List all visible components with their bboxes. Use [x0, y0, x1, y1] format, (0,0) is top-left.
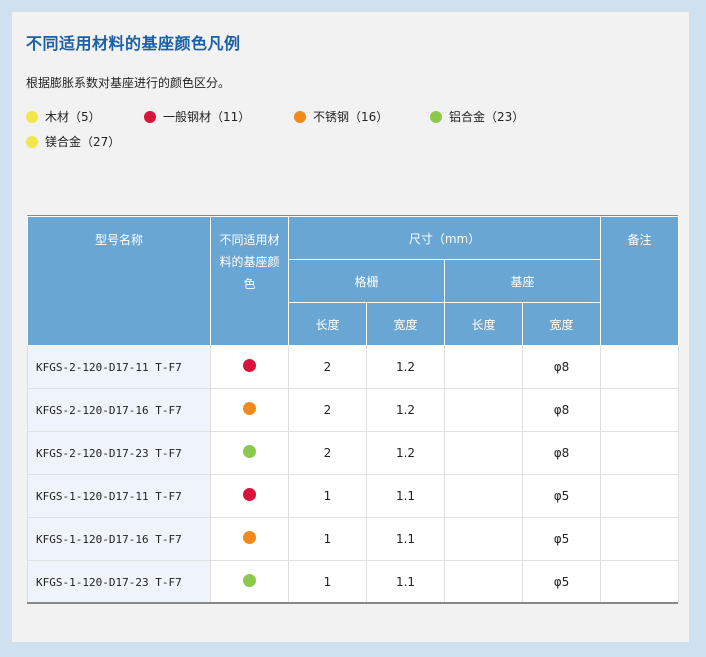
- table-bottom-rule: [27, 602, 678, 604]
- base-length-cell: [444, 474, 523, 518]
- grille-length-cell: 1: [288, 474, 367, 518]
- page-title: 不同适用材料的基座颜色凡例: [26, 34, 241, 53]
- grille-width-cell: 1.2: [366, 345, 445, 389]
- model-cell: KFGS-1-120-D17-11 T-F7: [27, 474, 211, 518]
- grille-length-cell: 2: [288, 388, 367, 432]
- color-cell: [210, 474, 289, 518]
- table-row: KFGS-1-120-D17-11 T-F7 1 1.1 φ5: [27, 474, 680, 518]
- legend-dot-icon: [26, 110, 38, 123]
- legend-dot-icon: [144, 110, 156, 123]
- table-row: KFGS-1-120-D17-16 T-F7 1 1.1 φ5: [27, 517, 680, 561]
- base-length-cell: [444, 388, 523, 432]
- grille-width-cell: 1.1: [366, 517, 445, 561]
- legend-dot-icon: [294, 110, 306, 123]
- header-grille: 格栅: [288, 259, 445, 303]
- header-size: 尺寸（mm）: [287, 216, 602, 260]
- legend-dot-icon: [430, 110, 442, 123]
- note-cell: [600, 388, 680, 432]
- color-cell: [210, 345, 289, 389]
- header-grille-length: 长度: [288, 302, 367, 346]
- color-cell: [210, 560, 289, 604]
- legend-dot-icon: [26, 135, 38, 148]
- model-cell: KFGS-2-120-D17-11 T-F7: [27, 345, 211, 389]
- header-material-color: 不同适用材料的基座颜色: [210, 216, 289, 346]
- base-width-cell: φ8: [521, 345, 602, 389]
- table-row: KFGS-2-120-D17-11 T-F7 2 1.2 φ8: [27, 345, 680, 389]
- base-width-cell: φ5: [521, 474, 602, 518]
- header-grille-width: 宽度: [366, 302, 445, 346]
- header-base-width: 宽度: [521, 302, 602, 346]
- legend-label: 铝合金（23）: [449, 110, 525, 124]
- content-panel: 不同适用材料的基座颜色凡例 根据膨胀系数对基座进行的颜色区分。 木材（5） 一般…: [12, 12, 689, 642]
- legend-label: 一般钢材（11）: [163, 110, 251, 124]
- table-row: KFGS-2-120-D17-16 T-F7 2 1.2 φ8: [27, 388, 680, 432]
- base-width-cell: φ8: [521, 431, 602, 475]
- grille-length-cell: 1: [288, 560, 367, 604]
- note-cell: [600, 431, 680, 475]
- header-note: 备注: [600, 216, 680, 346]
- legend-item-steel: 一般钢材（11）: [144, 108, 250, 125]
- base-width-cell: φ8: [521, 388, 602, 432]
- material-color-dot-icon: [243, 402, 256, 415]
- material-color-dot-icon: [243, 531, 256, 544]
- legend-item-stainless: 不锈钢（16）: [294, 108, 388, 125]
- note-cell: [600, 345, 680, 389]
- table-row: KFGS-2-120-D17-23 T-F7 2 1.2 φ8: [27, 431, 680, 475]
- table-row: KFGS-1-120-D17-23 T-F7 1 1.1 φ5: [27, 560, 680, 604]
- color-cell: [210, 388, 289, 432]
- note-cell: [600, 560, 680, 604]
- material-color-dot-icon: [243, 359, 256, 372]
- note-cell: [600, 474, 680, 518]
- grille-length-cell: 2: [288, 431, 367, 475]
- description-text: 根据膨胀系数对基座进行的颜色区分。: [26, 76, 231, 90]
- material-color-dot-icon: [243, 488, 256, 501]
- model-cell: KFGS-2-120-D17-23 T-F7: [27, 431, 211, 475]
- material-color-dot-icon: [243, 574, 256, 587]
- base-width-cell: φ5: [521, 517, 602, 561]
- model-cell: KFGS-1-120-D17-16 T-F7: [27, 517, 211, 561]
- spec-table: 型号名称 不同适用材料的基座颜色 尺寸（mm） 备注 格栅 基座 长度 宽度 长…: [27, 216, 680, 604]
- grille-width-cell: 1.1: [366, 474, 445, 518]
- legend-label: 不锈钢（16）: [313, 110, 389, 124]
- grille-width-cell: 1.1: [366, 560, 445, 604]
- color-cell: [210, 517, 289, 561]
- header-model: 型号名称: [27, 216, 211, 346]
- grille-length-cell: 2: [288, 345, 367, 389]
- base-width-cell: φ5: [521, 560, 602, 604]
- color-cell: [210, 431, 289, 475]
- base-length-cell: [444, 345, 523, 389]
- material-color-dot-icon: [243, 445, 256, 458]
- base-length-cell: [444, 431, 523, 475]
- grille-width-cell: 1.2: [366, 431, 445, 475]
- legend-item-wood: 木材（5）: [26, 108, 101, 125]
- note-cell: [600, 517, 680, 561]
- model-cell: KFGS-1-120-D17-23 T-F7: [27, 560, 211, 604]
- model-cell: KFGS-2-120-D17-16 T-F7: [27, 388, 211, 432]
- legend-item-magnesium: 镁合金（27）: [26, 133, 120, 150]
- legend-label: 镁合金（27）: [45, 135, 121, 149]
- legend-item-aluminum: 铝合金（23）: [430, 108, 524, 125]
- base-length-cell: [444, 560, 523, 604]
- header-base: 基座: [443, 259, 602, 303]
- grille-width-cell: 1.2: [366, 388, 445, 432]
- base-length-cell: [444, 517, 523, 561]
- legend-label: 木材（5）: [45, 110, 101, 124]
- grille-length-cell: 1: [288, 517, 367, 561]
- header-base-length: 长度: [444, 302, 523, 346]
